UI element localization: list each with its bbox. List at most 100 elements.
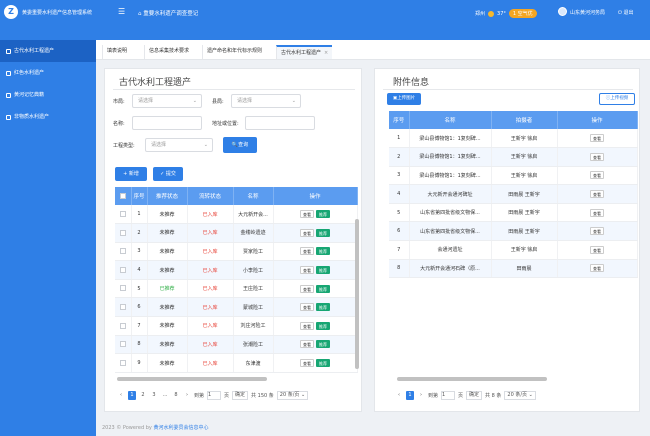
- view-button[interactable]: 查看: [300, 321, 314, 330]
- search-button[interactable]: 🔍查询: [223, 137, 257, 153]
- menu-icon[interactable]: ☰: [118, 7, 125, 16]
- page-button[interactable]: 8: [172, 391, 180, 400]
- flow-status: 已入库: [187, 353, 234, 373]
- checkbox[interactable]: [119, 322, 126, 329]
- recommend-button[interactable]: 推荐: [316, 359, 330, 368]
- footer-link[interactable]: 黄河水利委员会信息中心: [153, 425, 208, 431]
- logout-button[interactable]: ⏻ 退出: [618, 9, 634, 16]
- view-button[interactable]: 查看: [300, 284, 314, 293]
- row-author: 田雨晨: [491, 259, 558, 279]
- tab-tech-requirements[interactable]: 信息采集技术要求: [144, 45, 193, 59]
- view-button[interactable]: 查看: [590, 208, 604, 217]
- view-button[interactable]: 查看: [300, 266, 314, 275]
- recommend-button[interactable]: 推荐: [316, 266, 330, 275]
- view-button[interactable]: 查看: [590, 152, 604, 161]
- horizontal-scrollbar[interactable]: [117, 377, 267, 381]
- recommend-button[interactable]: 推荐: [316, 210, 330, 219]
- recommend-button[interactable]: 推荐: [316, 303, 330, 312]
- page-button[interactable]: 1: [406, 391, 414, 400]
- recommend-button[interactable]: 推荐: [316, 228, 330, 237]
- col-header: 序号: [389, 111, 410, 129]
- row-no: 3: [389, 166, 410, 186]
- recommend-button[interactable]: 推荐: [316, 340, 330, 349]
- view-button[interactable]: 查看: [300, 247, 314, 256]
- avatar[interactable]: [558, 7, 567, 16]
- checkbox[interactable]: [119, 210, 126, 217]
- upload-image-button[interactable]: ▣上传图片: [387, 93, 421, 105]
- panel-title: 古代水利工程遗产: [119, 78, 192, 88]
- view-button[interactable]: 查看: [590, 134, 604, 143]
- prev-page-button[interactable]: ‹: [117, 391, 125, 400]
- tab-instructions[interactable]: 填表说明: [102, 45, 131, 59]
- row-no: 1: [389, 129, 410, 149]
- top-bar: Z 黄委重要水利遗产信息管理系统 ☰ ⌂ 重要水利遗产调查登记 郑州 37° 1…: [0, 0, 650, 40]
- checkbox[interactable]: [119, 304, 126, 311]
- view-button[interactable]: 查看: [300, 228, 314, 237]
- actions: 查看 推荐: [273, 205, 358, 225]
- page-input[interactable]: 1: [441, 391, 456, 400]
- view-button[interactable]: 查看: [300, 340, 314, 349]
- page-size-select[interactable]: 20 条/页 ⌄: [504, 391, 536, 400]
- view-button[interactable]: 查看: [590, 245, 604, 254]
- page-button[interactable]: 2: [139, 391, 147, 400]
- checkbox[interactable]: [119, 266, 126, 273]
- checkbox[interactable]: [119, 248, 126, 255]
- vertical-scrollbar[interactable]: [355, 219, 359, 369]
- next-page-button[interactable]: ›: [183, 391, 191, 400]
- upload-video-button[interactable]: ⓘ上传视频: [599, 93, 635, 105]
- actions: 查看 推荐: [273, 297, 358, 318]
- row-no: 4: [131, 260, 148, 280]
- view-button[interactable]: 查看: [300, 210, 314, 219]
- flow-status: 已入库: [187, 260, 234, 280]
- sidebar-item-memory[interactable]: 黄河记忆典籍: [0, 84, 96, 106]
- prev-page-button[interactable]: ‹: [395, 391, 403, 400]
- checkbox[interactable]: [119, 192, 126, 199]
- address-input[interactable]: [245, 116, 315, 130]
- checkbox[interactable]: [119, 359, 126, 366]
- page-input[interactable]: 1: [207, 391, 222, 400]
- submit-button[interactable]: ✓ 提交: [153, 167, 183, 181]
- select-all[interactable]: [115, 187, 132, 205]
- next-page-button[interactable]: ›: [417, 391, 425, 400]
- horizontal-scrollbar[interactable]: [397, 377, 547, 381]
- page-size-select[interactable]: 20 条/页 ⌄: [276, 391, 309, 400]
- home-link[interactable]: ⌂ 重要水利遗产调查登记: [138, 9, 198, 17]
- county-select[interactable]: 请选择 ⌄: [231, 94, 301, 108]
- view-button[interactable]: 查看: [300, 359, 314, 368]
- recommend-button[interactable]: 推荐: [316, 321, 330, 330]
- sidebar-item-red[interactable]: 红色水利遗产: [0, 62, 96, 84]
- checkbox[interactable]: [119, 229, 126, 236]
- checkbox[interactable]: [119, 341, 126, 348]
- confirm-button[interactable]: 确定: [232, 391, 249, 400]
- sidebar-item-ancient[interactable]: 古代水利工程遗产: [0, 40, 96, 62]
- actions: 查看: [557, 166, 638, 186]
- view-button[interactable]: 查看: [590, 171, 604, 180]
- page-size-value: 20 条/页: [507, 392, 528, 398]
- tab-bar: 填表说明 信息采集技术要求 遗产命名和年代标示规则 古代水利工程遗产 ×: [96, 40, 650, 60]
- doc-icon: [6, 70, 11, 76]
- type-select[interactable]: 请选择 ⌄: [145, 138, 213, 152]
- row-name: 梁山县博物馆1：1复刻碑...: [409, 129, 492, 149]
- confirm-button[interactable]: 确定: [466, 391, 483, 400]
- row-no: 3: [131, 242, 148, 262]
- row-no: 1: [131, 205, 148, 225]
- view-button[interactable]: 查看: [590, 190, 604, 199]
- close-icon[interactable]: ×: [324, 50, 328, 56]
- page-button[interactable]: 3: [150, 391, 158, 400]
- view-button[interactable]: 查看: [590, 227, 604, 236]
- name-input[interactable]: [132, 116, 202, 130]
- recommend-button[interactable]: 推荐: [316, 247, 330, 256]
- row-author: 王新宇 徐启: [491, 129, 558, 149]
- add-button[interactable]: + 新增: [115, 167, 147, 181]
- view-button[interactable]: 查看: [590, 264, 604, 273]
- checkbox[interactable]: [119, 285, 126, 292]
- actions: 查看: [557, 184, 638, 204]
- city-select[interactable]: 请选择 ⌄: [132, 94, 202, 108]
- tab-ancient-heritage[interactable]: 古代水利工程遗产 ×: [276, 45, 333, 59]
- view-button[interactable]: 查看: [300, 303, 314, 312]
- tab-naming-rules[interactable]: 遗产命名和年代标示规则: [202, 45, 266, 59]
- total-count: 共 150 条: [251, 393, 274, 399]
- sidebar-item-intangible[interactable]: 非物质水利遗产: [0, 106, 96, 128]
- recommend-button[interactable]: 推荐: [316, 284, 330, 293]
- page-button[interactable]: 1: [128, 391, 136, 400]
